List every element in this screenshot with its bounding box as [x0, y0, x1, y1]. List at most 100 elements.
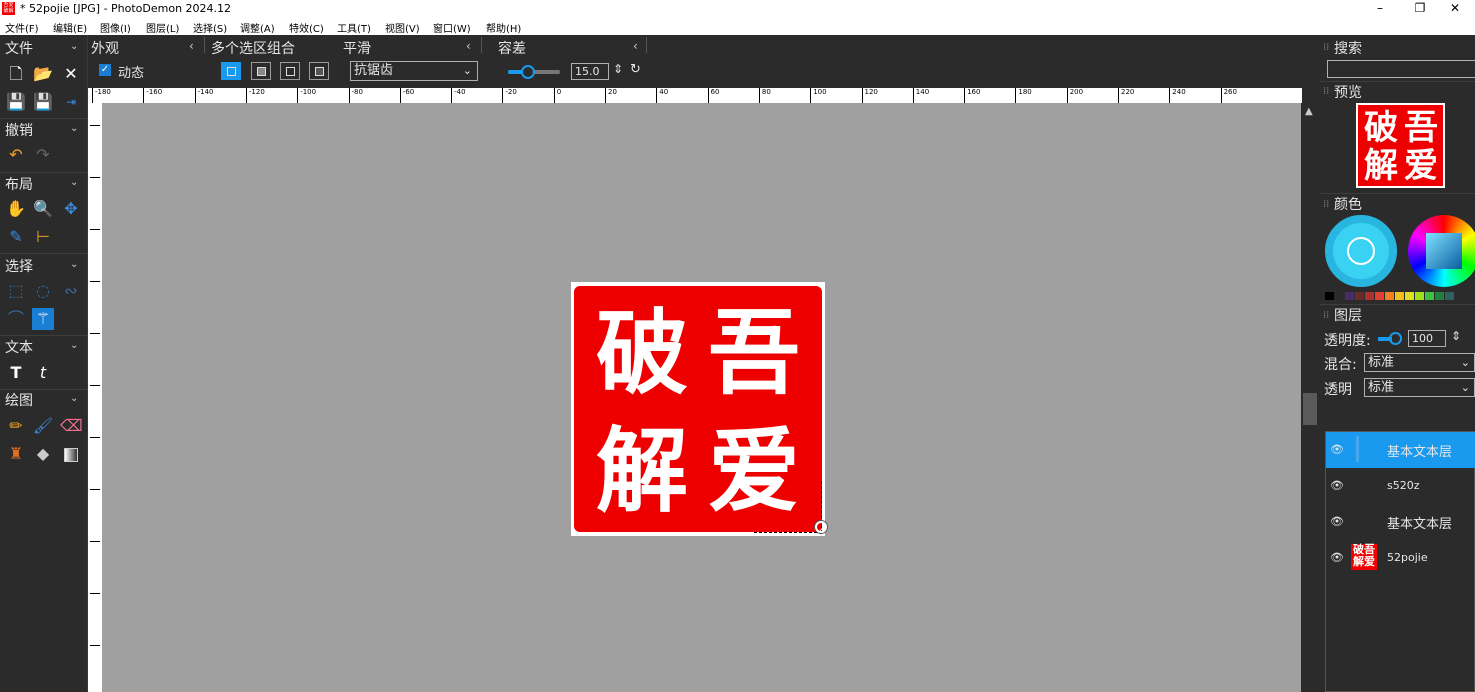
grip-icon[interactable]: ⁞⁞ [1323, 310, 1329, 321]
preview-thumbnail[interactable]: 破 吾 解 爱 [1356, 103, 1445, 188]
toolbox-section-layout[interactable]: 布局 [5, 174, 33, 194]
polygon-select-icon[interactable]: ⌒ [5, 308, 27, 330]
zoom-icon[interactable]: 🔍 [32, 198, 54, 220]
chevron-down-icon[interactable]: ⌄ [70, 123, 78, 134]
minimize-button[interactable]: – [1365, 0, 1395, 18]
chevron-down-icon[interactable]: ⌄ [70, 393, 78, 404]
chevron-left-icon[interactable]: ‹ [189, 39, 194, 53]
close-file-icon[interactable]: ✕ [60, 63, 82, 85]
pencil-icon[interactable]: ✏ [5, 415, 27, 437]
tolerance-input[interactable]: 15.0 [571, 63, 609, 80]
visibility-eye-icon[interactable]: 👁 [1330, 479, 1344, 492]
multi-selection-label[interactable]: 多个选区组合 [211, 38, 295, 58]
menu-tools[interactable]: 工具(T) [337, 20, 371, 35]
search-panel-title[interactable]: 搜索 [1334, 38, 1362, 58]
save-as-icon[interactable]: 💾 [32, 91, 54, 113]
smooth-label[interactable]: 平滑 [343, 38, 371, 58]
menu-file[interactable]: 文件(F) [5, 20, 39, 35]
color-wheel-picker[interactable] [1408, 215, 1475, 287]
palette-swatch[interactable] [1335, 292, 1344, 300]
dynamic-label[interactable]: 动态 [118, 62, 144, 81]
preview-panel-title[interactable]: 预览 [1334, 82, 1362, 102]
new-file-icon[interactable]: 🗋 [5, 63, 27, 85]
menu-layer[interactable]: 图层(L) [146, 20, 179, 35]
visibility-eye-icon[interactable]: 👁 [1330, 443, 1344, 456]
clone-stamp-icon[interactable]: ♜ [5, 443, 27, 465]
palette-swatch[interactable] [1325, 292, 1334, 300]
menu-select[interactable]: 选择(S) [193, 20, 227, 35]
tolerance-label[interactable]: 容差 [498, 38, 526, 58]
opacity-slider-knob[interactable] [1389, 332, 1402, 345]
chevron-down-icon[interactable]: ⌄ [70, 340, 78, 351]
chevron-left-icon[interactable]: ‹ [633, 39, 638, 53]
palette-swatch[interactable] [1425, 292, 1434, 300]
menu-window[interactable]: 窗口(W) [433, 20, 471, 35]
save-icon[interactable]: 💾 [5, 91, 27, 113]
brush-icon[interactable]: 🖌 [32, 415, 54, 437]
palette-swatch[interactable] [1435, 292, 1444, 300]
layer-row[interactable]: 👁 破吾 解爱 52pojie [1326, 540, 1475, 576]
reset-icon[interactable]: ↻ [630, 62, 641, 77]
typography-tool-icon[interactable]: t [32, 362, 54, 384]
scroll-thumb[interactable] [1303, 393, 1317, 425]
close-button[interactable]: ✕ [1440, 0, 1470, 18]
chevron-down-icon[interactable]: ⌄ [70, 259, 78, 270]
palette-swatch[interactable] [1365, 292, 1374, 300]
menu-view[interactable]: 视图(V) [385, 20, 420, 35]
toolbox-section-text[interactable]: 文本 [5, 337, 33, 357]
selection-mode-replace-button[interactable] [221, 62, 241, 80]
export-icon[interactable]: ⇥ [60, 91, 82, 113]
measure-icon[interactable]: ⊢ [32, 226, 54, 248]
palette-swatch[interactable] [1395, 292, 1404, 300]
color-panel-title[interactable]: 颜色 [1334, 194, 1362, 214]
layers-panel-title[interactable]: 图层 [1334, 305, 1362, 325]
eyedropper-icon[interactable]: ✎ [5, 226, 27, 248]
layer-row[interactable]: 👁 基本文本层 [1326, 432, 1475, 468]
eraser-icon[interactable]: ⌫ [60, 415, 83, 437]
palette-swatch[interactable] [1385, 292, 1394, 300]
color-palette[interactable] [1325, 292, 1475, 300]
rect-select-icon[interactable]: ⬚ [5, 280, 27, 302]
undo-icon[interactable]: ↶ [5, 144, 27, 166]
ellipse-select-icon[interactable]: ◌ [32, 280, 54, 302]
layer-row[interactable]: 👁 s520z [1326, 468, 1475, 504]
move-icon[interactable]: ✥ [60, 198, 82, 220]
grip-icon[interactable]: ⁞⁞ [1323, 86, 1329, 97]
toolbox-section-undo[interactable]: 撤销 [5, 120, 33, 140]
open-folder-icon[interactable]: 📂 [32, 63, 54, 85]
menu-image[interactable]: 图像(I) [100, 20, 131, 35]
alpha-mode-select[interactable]: 标准 ⌄ [1364, 378, 1475, 397]
toolbox-section-file[interactable]: 文件 [5, 38, 33, 58]
selection-mode-subtract-button[interactable] [280, 62, 300, 80]
menu-edit[interactable]: 编辑(E) [53, 20, 87, 35]
paint-bucket-icon[interactable]: ◆ [32, 443, 54, 465]
chevron-down-icon[interactable]: ⌄ [70, 41, 78, 52]
grip-icon[interactable]: ⁞⁞ [1323, 42, 1329, 53]
spinner-arrows-icon[interactable]: ⇕ [613, 62, 623, 76]
palette-swatch[interactable] [1345, 292, 1354, 300]
selection-mode-add-button[interactable] [251, 62, 271, 80]
gradient-icon[interactable] [60, 443, 82, 465]
scroll-up-icon[interactable]: ▲ [1305, 106, 1313, 117]
layer-row[interactable]: 👁 基本文本层 [1326, 504, 1475, 540]
selection-marquee[interactable] [754, 481, 822, 533]
opacity-input[interactable]: 100 [1408, 330, 1446, 347]
chevron-down-icon[interactable]: ⌄ [70, 177, 78, 188]
menu-help[interactable]: 帮助(H) [486, 20, 521, 35]
magic-wand-icon[interactable]: ⚚ [32, 308, 54, 330]
image-canvas[interactable]: 破 吾 解 爱 [102, 103, 1301, 692]
menu-adjust[interactable]: 调整(A) [240, 20, 275, 35]
selection-handle[interactable] [815, 521, 827, 533]
redo-icon[interactable]: ↷ [32, 144, 54, 166]
color-wheel-primary[interactable] [1325, 215, 1397, 287]
tolerance-slider-knob[interactable] [521, 65, 535, 79]
palette-swatch[interactable] [1355, 292, 1364, 300]
menu-effects[interactable]: 特效(C) [289, 20, 324, 35]
vertical-scrollbar[interactable]: ▲ [1301, 103, 1320, 692]
text-tool-icon[interactable]: T [5, 362, 27, 384]
palette-swatch[interactable] [1375, 292, 1384, 300]
appearance-label[interactable]: 外观 [91, 38, 119, 58]
palette-swatch[interactable] [1445, 292, 1454, 300]
lasso-select-icon[interactable]: ∾ [60, 280, 82, 302]
selection-mode-intersect-button[interactable] [309, 62, 329, 80]
